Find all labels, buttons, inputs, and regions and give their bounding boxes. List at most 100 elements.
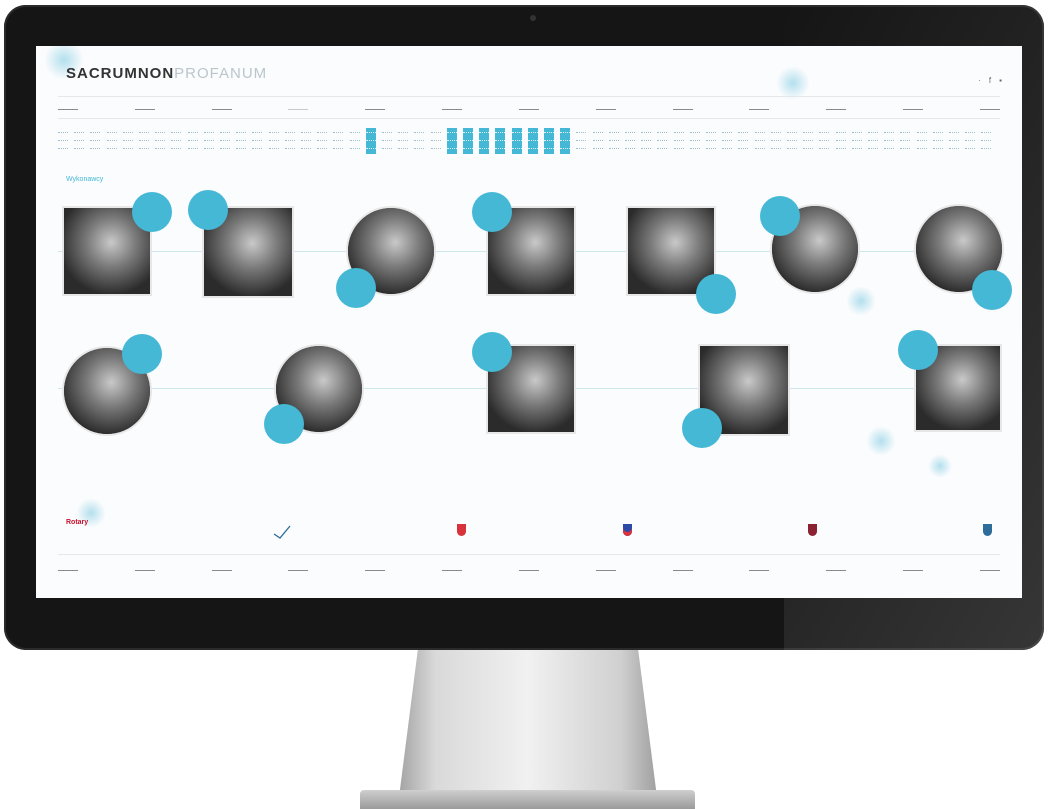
calendar-day[interactable] — [236, 128, 247, 154]
calendar-day[interactable] — [932, 128, 943, 154]
performer-name-tag[interactable] — [760, 196, 800, 236]
nav-item[interactable] — [365, 104, 386, 110]
calendar-day[interactable] — [74, 128, 85, 154]
nav-item[interactable] — [58, 565, 78, 571]
nav-item[interactable] — [979, 104, 1000, 110]
calendar-day[interactable] — [738, 128, 749, 154]
calendar-day[interactable] — [673, 128, 684, 154]
calendar-day[interactable] — [284, 128, 295, 154]
nav-item[interactable] — [979, 565, 1000, 571]
performer-name-tag[interactable] — [264, 404, 304, 444]
nav-item[interactable] — [365, 565, 386, 571]
calendar-day[interactable] — [301, 128, 311, 154]
calendar-day[interactable] — [398, 128, 409, 154]
nav-item[interactable] — [595, 565, 616, 571]
calendar-day[interactable] — [171, 128, 182, 154]
calendar-day[interactable] — [641, 128, 652, 154]
calendar-day[interactable] — [495, 128, 506, 154]
calendar-day[interactable] — [722, 128, 733, 154]
performer-name-tag[interactable] — [336, 268, 376, 308]
calendar-day[interactable] — [544, 128, 554, 154]
calendar-day[interactable] — [463, 128, 473, 154]
calendar-day[interactable] — [706, 128, 716, 154]
calendar-day[interactable] — [155, 128, 166, 154]
calendar-day[interactable] — [252, 128, 263, 154]
nav-item[interactable] — [288, 104, 309, 110]
nav-item[interactable] — [672, 104, 693, 110]
calendar-day[interactable] — [203, 128, 214, 154]
calendar-day[interactable] — [625, 128, 635, 154]
performer-name-tag[interactable] — [122, 334, 162, 374]
performer-name-tag[interactable] — [696, 274, 736, 314]
performer-name-tag[interactable] — [472, 192, 512, 232]
nav-item[interactable] — [211, 565, 232, 571]
calendar-day[interactable] — [592, 128, 603, 154]
nav-item[interactable] — [134, 104, 155, 110]
calendar-day[interactable] — [317, 128, 328, 154]
calendar-day[interactable] — [608, 128, 619, 154]
performer-name-tag[interactable] — [972, 270, 1012, 310]
nav-item[interactable] — [442, 104, 463, 110]
performer-name-tag[interactable] — [472, 332, 512, 372]
sponsor-rotary-logo[interactable]: Rotary — [66, 519, 88, 526]
calendar-day[interactable] — [90, 128, 101, 154]
nav-item[interactable] — [903, 104, 924, 110]
calendar-day[interactable] — [916, 128, 927, 154]
calendar-day[interactable] — [803, 128, 814, 154]
nav-item[interactable] — [134, 565, 155, 571]
calendar-day[interactable] — [770, 128, 781, 154]
calendar-day[interactable] — [106, 128, 117, 154]
site-logo[interactable]: SACRUMNONPROFANUM — [66, 65, 267, 82]
calendar-day[interactable] — [965, 128, 976, 154]
nav-item[interactable] — [518, 104, 539, 110]
calendar-day[interactable] — [479, 128, 490, 154]
calendar-day[interactable] — [754, 128, 765, 154]
calendar-day[interactable] — [689, 128, 700, 154]
sponsor-crest-maroon[interactable] — [808, 524, 817, 536]
sponsor-crest-teal[interactable] — [983, 524, 992, 536]
calendar-day[interactable] — [122, 128, 133, 154]
calendar-day[interactable] — [220, 128, 230, 154]
calendar-day[interactable] — [787, 128, 797, 154]
facebook-icon[interactable]: f — [989, 76, 991, 85]
calendar-day[interactable] — [58, 128, 68, 154]
nav-item[interactable] — [672, 565, 693, 571]
nav-item[interactable] — [826, 565, 847, 571]
nav-item[interactable] — [211, 104, 232, 110]
nav-item[interactable] — [58, 104, 78, 110]
performer-name-tag[interactable] — [188, 190, 228, 230]
calendar-day[interactable] — [851, 128, 862, 154]
calendar-day[interactable] — [268, 128, 279, 154]
calendar-day[interactable] — [511, 128, 522, 154]
calendar-day[interactable] — [560, 128, 571, 154]
calendar-day[interactable] — [446, 128, 457, 154]
calendar-day[interactable] — [949, 128, 959, 154]
calendar-day[interactable] — [139, 128, 149, 154]
calendar-day[interactable] — [333, 128, 344, 154]
calendar-day[interactable] — [382, 128, 392, 154]
nav-item[interactable] — [903, 565, 924, 571]
nav-item[interactable] — [826, 104, 847, 110]
calendar-day[interactable] — [527, 128, 538, 154]
calendar-day[interactable] — [868, 128, 878, 154]
calendar-day[interactable] — [414, 128, 425, 154]
calendar-day[interactable] — [835, 128, 846, 154]
calendar-day[interactable] — [187, 128, 198, 154]
calendar-day[interactable] — [819, 128, 830, 154]
calendar-day[interactable] — [365, 128, 376, 154]
calendar-day[interactable] — [430, 128, 441, 154]
calendar-day[interactable] — [576, 128, 587, 154]
nav-item[interactable] — [595, 104, 616, 110]
youtube-icon[interactable]: ▪ — [999, 76, 1002, 85]
performer-name-tag[interactable] — [132, 192, 172, 232]
calendar-day[interactable] — [884, 128, 895, 154]
performer-name-tag[interactable] — [898, 330, 938, 370]
calendar-day[interactable] — [657, 128, 668, 154]
social-icon[interactable]: · — [978, 76, 981, 85]
sponsor-logo-2[interactable] — [272, 524, 292, 545]
nav-item[interactable] — [442, 565, 463, 571]
nav-item[interactable] — [749, 104, 770, 110]
calendar-day[interactable] — [900, 128, 911, 154]
sponsor-crest-red[interactable] — [457, 524, 466, 536]
calendar-day[interactable] — [981, 128, 992, 154]
